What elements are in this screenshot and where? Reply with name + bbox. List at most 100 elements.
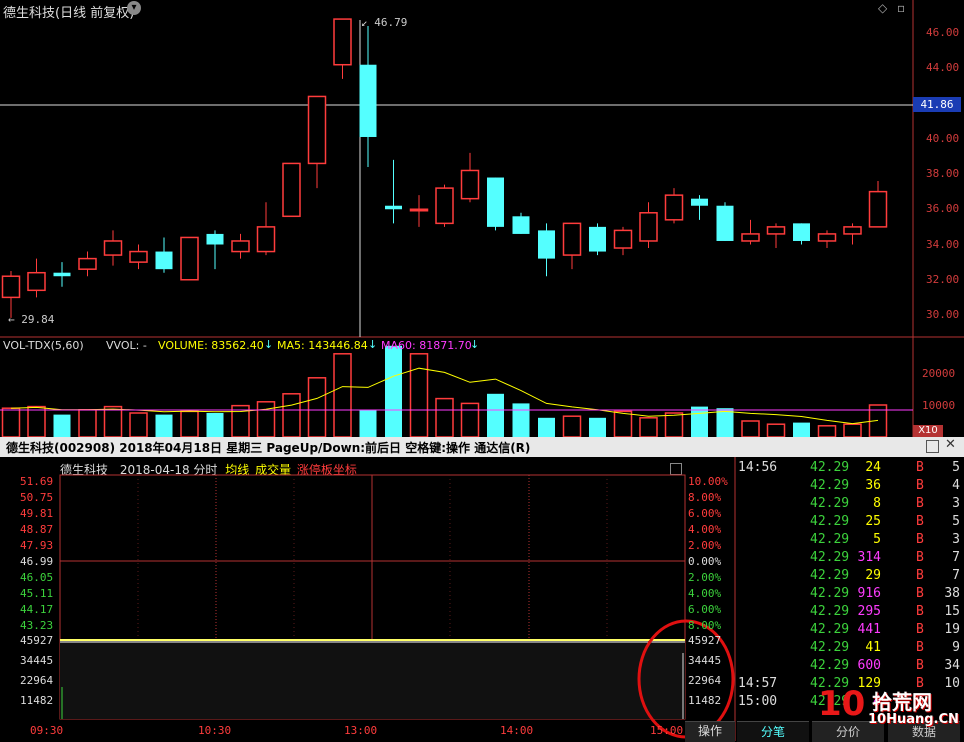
candle-body: [538, 230, 555, 259]
volume-bar: [333, 353, 352, 437]
down-arrow-icon: ↓: [368, 338, 378, 351]
candle-body: [741, 233, 760, 242]
tick-side: B: [916, 514, 924, 529]
candle-body: [613, 229, 633, 249]
candle-body: [129, 250, 148, 263]
candles-group: [1, 18, 888, 318]
candle-body: [817, 233, 837, 242]
tick-row[interactable]: 14:56 42.29 24 B 5: [736, 460, 964, 478]
time-tick: 10:30: [198, 724, 232, 737]
volume-bar: [766, 423, 786, 437]
tick-row[interactable]: 42.29 295 B 15: [736, 604, 964, 622]
candle-body: [843, 226, 862, 235]
tick-volume: 41: [865, 640, 881, 655]
tick-volume: 25: [865, 514, 881, 529]
tick-row[interactable]: 42.29 25 B 5: [736, 514, 964, 532]
intraday-price-tick: 46.05: [20, 571, 54, 584]
tick-row[interactable]: 42.29 600 B 34: [736, 658, 964, 676]
intraday-price-tick: 47.93: [20, 539, 54, 552]
volume-bar: [307, 377, 327, 437]
candle-body: [868, 190, 888, 228]
tick-side: B: [916, 658, 924, 673]
tick-count: 38: [944, 586, 960, 601]
tick-count: 5: [952, 460, 960, 475]
tick-row[interactable]: 42.29 441 B 19: [736, 622, 964, 640]
volume-bar: [741, 420, 760, 437]
tick-volume: 24: [865, 460, 881, 475]
intraday-pct-tick: 8.00%: [688, 491, 722, 504]
high-label: ↙ 46.79: [361, 16, 408, 29]
tick-time: 15:00: [738, 694, 778, 709]
intraday-vol-tick: 34445: [20, 654, 54, 667]
intraday-price-tick: 49.81: [20, 507, 54, 520]
volume-bars: [1, 345, 888, 437]
volume-bar: [691, 406, 708, 437]
candle-body: [716, 205, 734, 241]
intraday-pct-tick: 2.00%: [688, 571, 722, 584]
intraday-chart[interactable]: [0, 457, 736, 741]
intraday-pct-tick: 4.00%: [688, 587, 722, 600]
vol-axis-20000: 20000: [922, 367, 956, 380]
kline-chart[interactable]: [0, 0, 964, 437]
tab-fenbi[interactable]: 分笔: [737, 721, 809, 742]
tab-operate[interactable]: 操作: [685, 721, 735, 741]
intraday-price-tick: 48.87: [20, 523, 54, 536]
candle-body: [333, 18, 352, 66]
intraday-price-tick: 43.23: [20, 619, 54, 632]
candle-body: [231, 240, 250, 253]
tick-row[interactable]: 42.29 916 B 38: [736, 586, 964, 604]
volume-bar: [817, 425, 837, 437]
candle-body: [282, 162, 301, 218]
volume-bar: [282, 393, 301, 437]
candle-body: [793, 223, 810, 241]
maximize-icon[interactable]: [926, 440, 939, 453]
vvol-value: VVOL: -: [106, 339, 147, 352]
logo-10: 10: [818, 684, 866, 724]
candle-body: [256, 226, 276, 253]
intraday-vol-tick: 11482: [688, 694, 722, 707]
intraday-vol-tick: 45927: [688, 634, 722, 647]
vol-axis-10000: 10000: [922, 399, 956, 412]
tick-side: B: [916, 622, 924, 637]
volume-bar: [562, 415, 582, 437]
intraday-pct-tick: 8.00%: [688, 619, 722, 632]
tick-volume: 5: [873, 532, 881, 547]
volume-bar: [27, 405, 46, 437]
candle-body: [512, 216, 530, 234]
tick-count: 5: [952, 514, 960, 529]
tick-time: 14:57: [738, 676, 778, 691]
vol-indicator-name[interactable]: VOL-TDX(5,60): [3, 339, 84, 352]
tick-volume: 314: [857, 550, 881, 565]
intraday-titlebar[interactable]: 德生科技(002908) 2018年04月18日 星期三 PageUp/Down…: [0, 437, 964, 457]
volume-bar: [639, 417, 658, 437]
tick-row[interactable]: 42.29 314 B 7: [736, 550, 964, 568]
tick-price: 42.29: [810, 460, 850, 475]
candle-body: [53, 272, 71, 277]
candle-body: [639, 212, 658, 242]
candle-body: [180, 236, 199, 281]
volume-bar: [409, 353, 429, 437]
tick-side: B: [916, 478, 924, 493]
price-tick: 30.00: [926, 308, 960, 321]
tick-row[interactable]: 42.29 36 B 4: [736, 478, 964, 496]
tick-price: 42.29: [810, 496, 850, 511]
candle-body: [766, 226, 786, 235]
intraday-pct-tick: 6.00%: [688, 603, 722, 616]
intraday-pct-tick: 6.00%: [688, 507, 722, 520]
intraday-price-tick: 50.75: [20, 491, 54, 504]
candle-body: [435, 187, 454, 225]
volume-bar: [793, 422, 810, 437]
tick-side: B: [916, 532, 924, 547]
tick-volume: 600: [857, 658, 881, 673]
volume-bar: [155, 414, 173, 437]
tick-row[interactable]: 42.29 29 B 7: [736, 568, 964, 586]
tick-price: 42.29: [810, 532, 850, 547]
vol-unit: X10: [913, 425, 943, 437]
tick-row[interactable]: 42.29 5 B 3: [736, 532, 964, 550]
intraday-vol-tick: 45927: [20, 634, 54, 647]
tick-row[interactable]: 42.29 41 B 9: [736, 640, 964, 658]
down-arrow-icon: ↓: [470, 338, 480, 351]
close-icon[interactable]: ✕: [945, 437, 956, 452]
intraday-vol-tick: 22964: [20, 674, 54, 687]
tick-row[interactable]: 42.29 8 B 3: [736, 496, 964, 514]
